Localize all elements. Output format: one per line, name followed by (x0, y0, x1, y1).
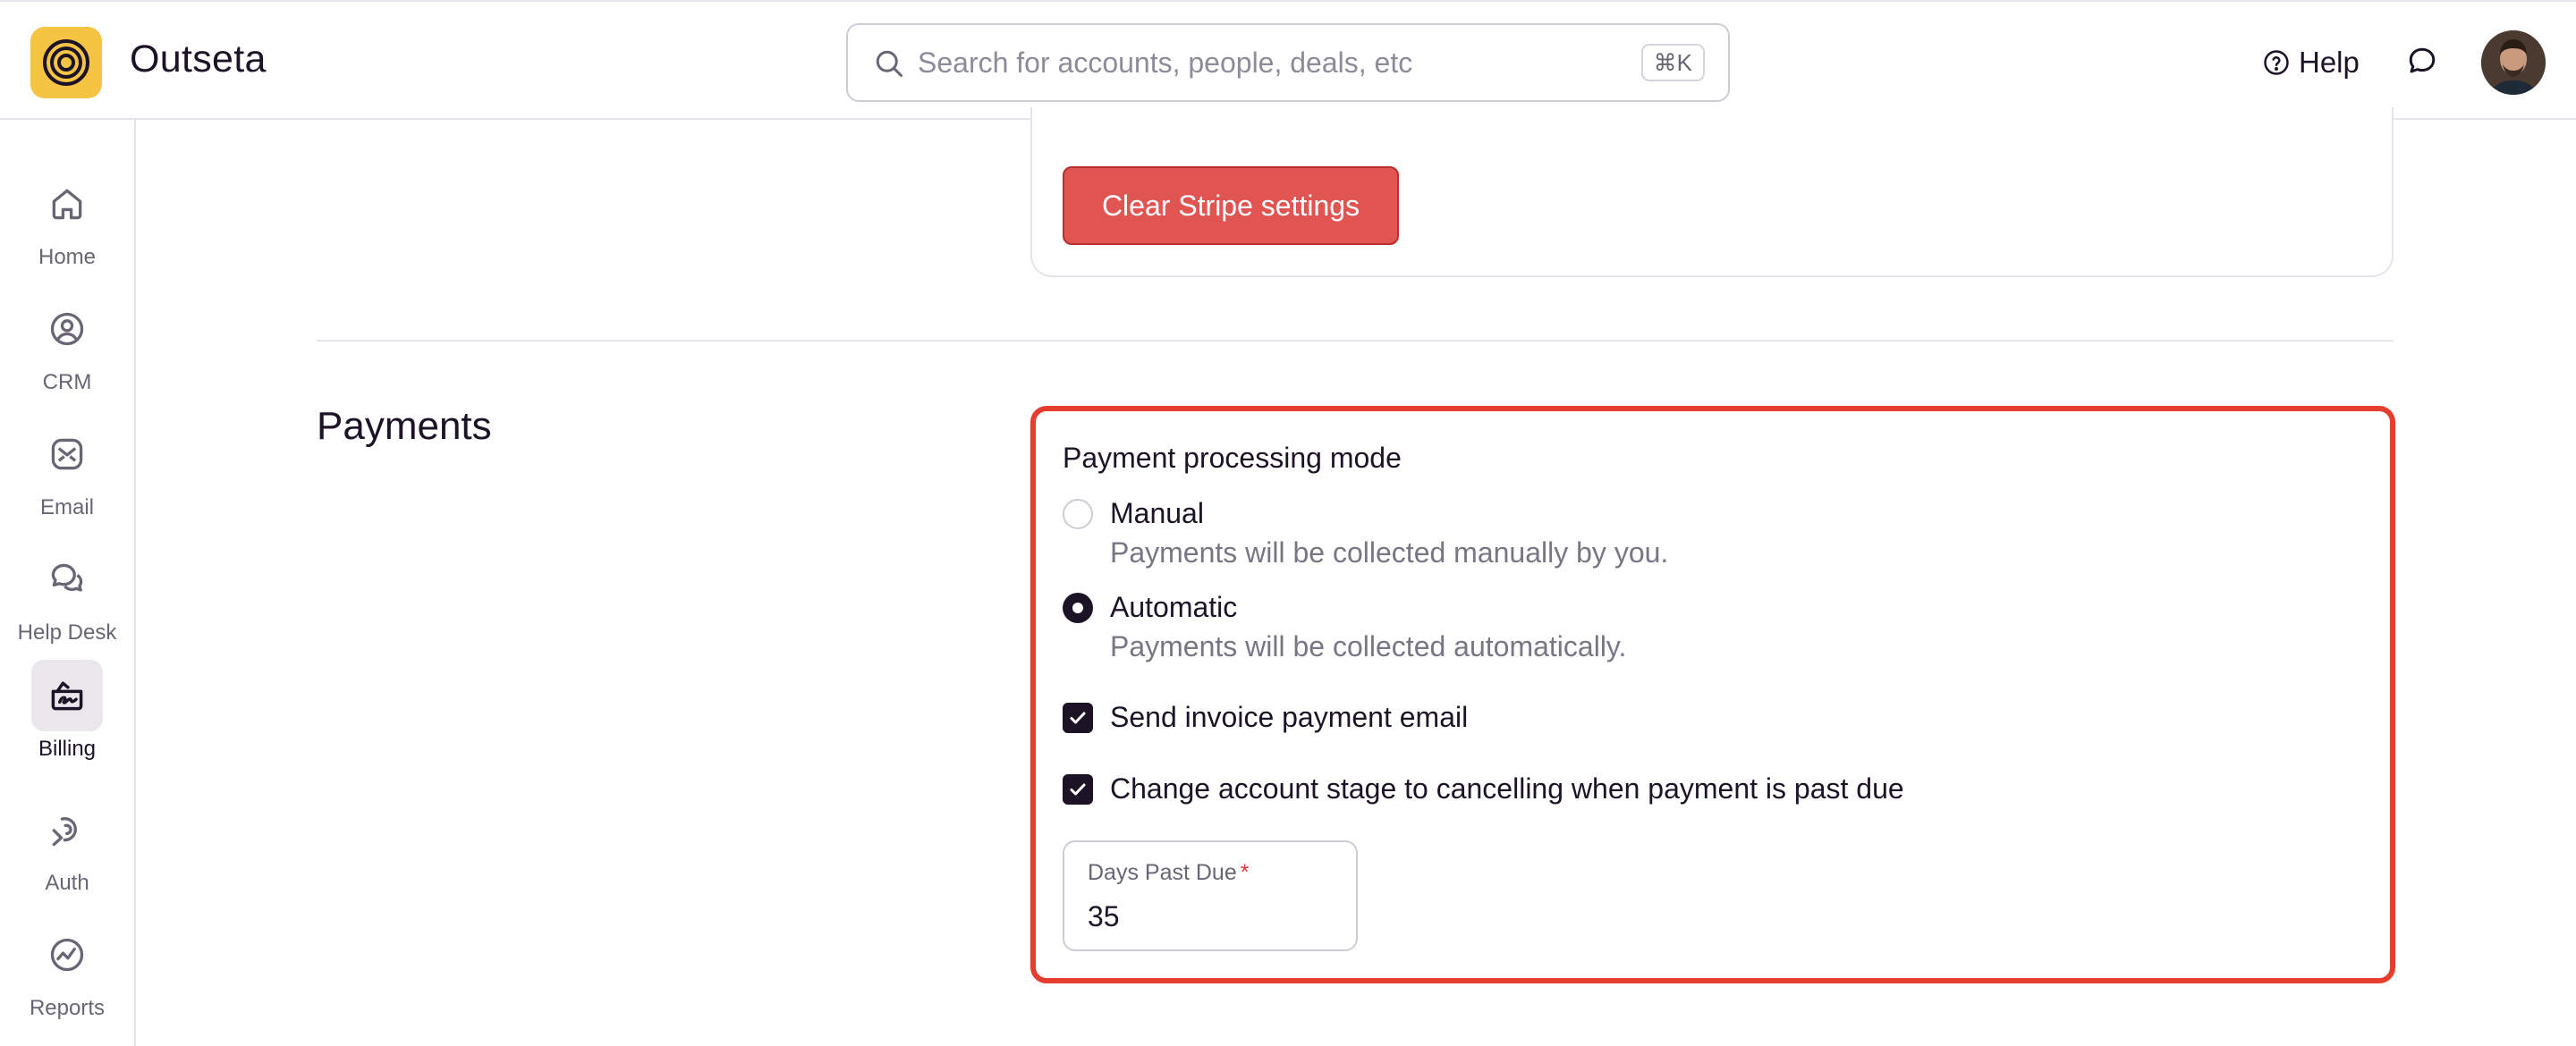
sidebar-item-label: Help Desk (17, 620, 117, 645)
send-invoice-email-checkbox[interactable] (1063, 703, 1093, 733)
automatic-mode-radio[interactable] (1063, 593, 1093, 623)
payments-section-title: Payments (317, 404, 492, 448)
change-stage-label[interactable]: Change account stage to cancelling when … (1110, 772, 1904, 806)
search-icon (876, 50, 902, 77)
manual-mode-description: Payments will be collected manually by y… (1110, 536, 1669, 569)
sidebar-item-help-desk[interactable]: Help Desk (0, 544, 134, 660)
outseta-logo[interactable] (30, 27, 102, 98)
sidebar-item-email[interactable]: Email (0, 418, 134, 535)
user-circle-icon (50, 312, 84, 346)
auth-icon (52, 817, 77, 847)
billing-icon (51, 681, 83, 711)
sidebar-item-home[interactable]: Home (0, 168, 134, 284)
sidebar-item-reports[interactable]: Reports (0, 919, 134, 1035)
send-invoice-email-label[interactable]: Send invoice payment email (1110, 701, 1468, 734)
email-icon (51, 438, 83, 470)
checkmark-icon (1070, 712, 1086, 724)
sidebar-item-label: Reports (29, 996, 106, 1020)
app-name: Outseta (130, 38, 267, 80)
top-bar: Outseta ⌘K Help (0, 0, 2576, 120)
sidebar-item-label: CRM (42, 370, 92, 394)
days-past-due-label: Days Past Due * (1088, 860, 1249, 886)
avatar-photo-icon (2481, 30, 2546, 95)
sidebar-item-label: Auth (45, 871, 89, 895)
section-divider (317, 340, 2394, 342)
sidebar-nav: Home CRM Email Help Desk Billing Auth Re… (0, 120, 136, 1046)
manual-mode-label[interactable]: Manual (1110, 497, 1204, 530)
user-avatar[interactable] (2481, 30, 2546, 95)
automatic-mode-label[interactable]: Automatic (1110, 591, 1237, 624)
days-past-due-input[interactable] (1088, 896, 1329, 937)
home-icon (52, 189, 82, 220)
days-past-due-label-text: Days Past Due (1088, 860, 1237, 885)
required-asterisk: * (1240, 860, 1250, 885)
sidebar-item-label: Email (39, 495, 94, 519)
manual-mode-radio[interactable] (1063, 499, 1093, 529)
sidebar-item-label: Billing (38, 737, 97, 761)
sidebar-item-label: Home (38, 245, 97, 269)
help-circle-icon (2264, 50, 2289, 75)
chat-button[interactable] (2406, 45, 2438, 81)
chat-bubble-icon (2409, 47, 2436, 73)
payment-processing-mode-label: Payment processing mode (1063, 442, 1402, 474)
sidebar-item-billing[interactable]: Billing (0, 660, 134, 776)
checkmark-icon (1070, 783, 1086, 796)
sidebar-item-auth[interactable]: Auth (0, 794, 134, 910)
sidebar-item-crm[interactable]: CRM (0, 293, 134, 409)
global-search[interactable]: ⌘K (846, 23, 1730, 102)
days-past-due-field[interactable]: Days Past Due * (1063, 840, 1358, 951)
automatic-mode-description: Payments will be collected automatically… (1110, 630, 1627, 662)
reports-icon (50, 938, 84, 972)
change-stage-checkbox[interactable] (1063, 774, 1093, 805)
logo-mark-icon (43, 39, 89, 86)
chat-bubbles-icon (51, 563, 83, 592)
help-button[interactable]: Help (2263, 41, 2360, 84)
search-shortcut-badge: ⌘K (1640, 44, 1705, 81)
help-label: Help (2299, 46, 2360, 79)
clear-stripe-settings-button[interactable]: Clear Stripe settings (1063, 166, 1399, 245)
search-input[interactable] (918, 25, 1580, 100)
